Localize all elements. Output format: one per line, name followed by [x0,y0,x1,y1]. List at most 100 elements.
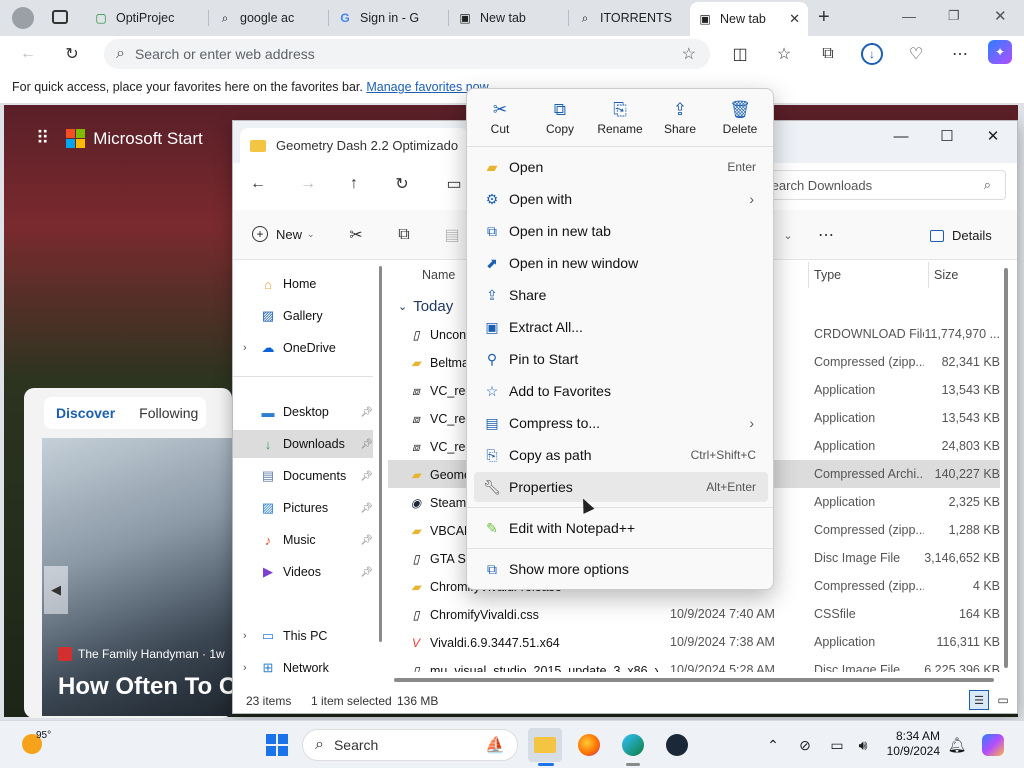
share-button[interactable]: ⇪ Share [650,98,710,136]
nav-item-this-pc[interactable]: › ▭ This PC [233,622,373,650]
favorites-icon[interactable]: ☆ [770,40,798,68]
address-bar[interactable]: ⌕ Search or enter web address ☆ [104,39,710,69]
notification-bell-icon[interactable]: 🔔︎ [940,728,974,762]
up-icon[interactable]: ↑ [342,172,366,196]
favorite-star-icon[interactable]: ☆ [682,44,696,64]
cut-button[interactable]: ✂ Cut [470,98,530,136]
browser-tab[interactable]: ⌕ google ac [210,4,328,32]
news-headline[interactable]: How Often To C [58,673,232,701]
volume-icon[interactable]: 🔊︎ [846,728,880,762]
vertical-scrollbar[interactable] [1004,268,1008,668]
nav-item-downloads[interactable]: ↓ Downloads 📌︎ [233,430,373,458]
menu-item-share[interactable]: ⇪ Share [474,280,768,310]
tab-discover[interactable]: Discover [44,405,127,421]
browser-tab[interactable]: ⌕ ITORRENTS [570,4,688,32]
carousel-prev-icon[interactable]: ◀ [44,566,68,614]
menu-item-extract-all[interactable]: ▣ Extract All... [474,312,768,342]
refresh-icon[interactable]: ↻ [390,172,414,196]
collections-icon[interactable]: ⧉ [814,40,842,68]
firefox-app-icon[interactable] [572,728,606,762]
more-options-icon[interactable]: ⋯ [814,223,838,247]
delete-button[interactable]: 🗑︎ Delete [710,98,770,136]
network-status-icon[interactable]: ⊘ [788,728,822,762]
close-icon[interactable]: ✕ [994,7,1007,25]
explorer-tab[interactable]: Geometry Dash 2.2 Optimizado [240,128,468,163]
browser-tab[interactable]: ▢ OptiProjec [86,4,208,32]
back-icon[interactable]: ← [14,40,42,68]
taskbar-clock[interactable]: 8:34 AM 10/9/2024 [876,729,940,759]
forward-icon[interactable]: → [296,172,320,196]
nav-item-gallery[interactable]: ▨ Gallery [233,302,373,330]
nav-item-videos[interactable]: ▶ Videos 📌︎ [233,558,373,586]
profile-avatar-icon[interactable] [12,7,34,29]
menu-item-copy-as-path[interactable]: ⎘ Copy as path Ctrl+Shift+C [474,440,768,470]
menu-item-open-new-tab[interactable]: ⧉ Open in new tab [474,216,768,246]
tab-following[interactable]: Following [127,405,210,421]
new-button[interactable]: + New ⌄ [252,226,315,242]
menu-item-compress-to[interactable]: ▤ Compress to... › [474,408,768,438]
taskbar-search[interactable]: ⌕ Search ⛵ [302,729,518,761]
nav-item-music[interactable]: ♪ Music 📌︎ [233,526,373,554]
column-type[interactable]: Type [814,268,841,282]
menu-item-open-new-window[interactable]: ⬈ Open in new window [474,248,768,278]
copilot-icon[interactable]: ✦ [988,40,1012,64]
explorer-search[interactable]: Search Downloads ⌕ [750,170,1006,200]
file-row[interactable]: ▯ mu_visual_studio_2015_update_3_x86_x64 1… [388,656,1000,672]
rename-button[interactable]: ⎘ Rename [590,98,650,136]
explorer-close-icon[interactable]: ✕ [970,124,1016,148]
details-button[interactable]: Details [930,228,992,243]
file-explorer-app-icon[interactable] [528,728,562,762]
nav-item-documents[interactable]: ▤ Documents 📌︎ [233,462,373,490]
browser-tab[interactable]: G Sign in - G [330,4,448,32]
back-icon[interactable]: ← [246,172,270,196]
start-button[interactable] [260,728,294,762]
new-tab-icon[interactable]: + [818,6,830,29]
chevron-right-icon[interactable]: › [243,662,259,674]
nav-item-pictures[interactable]: ▨ Pictures 📌︎ [233,494,373,522]
explorer-maximize-icon[interactable]: ☐ [924,124,970,148]
horizontal-scrollbar[interactable] [394,678,994,682]
performance-icon[interactable]: ♡ [902,40,930,68]
edge-app-icon[interactable] [616,728,650,762]
view-chevron-icon[interactable]: ⌄ [776,223,800,247]
browser-tab[interactable]: ▣ New tab [450,4,568,32]
nav-item-home[interactable]: ⌂ Home [233,270,373,298]
details-view-icon[interactable]: ☰ [969,690,989,710]
nav-item-network[interactable]: › ⊞ Network [233,654,373,682]
menu-item-open-with[interactable]: ⚙ Open with › [474,184,768,214]
paste-icon[interactable]: ▤ [440,223,464,247]
cut-icon[interactable]: ✂ [344,223,368,247]
group-today[interactable]: ⌄ Today [398,298,453,315]
refresh-icon[interactable]: ↻ [58,40,86,68]
restore-icon[interactable]: ❐ [948,8,960,24]
copilot-taskbar-icon[interactable] [976,728,1010,762]
file-row[interactable]: V Vivaldi.6.9.3447.51.x64 10/9/2024 7:38 A… [388,628,1000,656]
minimize-icon[interactable]: — [902,8,916,24]
weather-widget[interactable]: 95° [22,730,51,754]
menu-item-add-to-favorites[interactable]: ☆ Add to Favorites [474,376,768,406]
copy-button[interactable]: ⧉ Copy [530,98,590,136]
menu-item-properties[interactable]: 🔧︎ Properties Alt+Enter [474,472,768,502]
nav-item-onedrive[interactable]: › ☁ OneDrive [233,334,373,362]
menu-item-open[interactable]: ▰ Open Enter [474,152,768,182]
steam-app-icon[interactable] [660,728,694,762]
tab-actions-icon[interactable] [52,10,68,24]
explorer-minimize-icon[interactable]: — [878,124,924,148]
address-input[interactable]: Search or enter web address [135,46,682,62]
menu-item-pin-to-start[interactable]: ⚲ Pin to Start [474,344,768,374]
tray-chevron-icon[interactable]: ⌃ [756,728,790,762]
chevron-right-icon[interactable]: › [243,342,259,354]
column-size[interactable]: Size [934,268,958,282]
nav-scrollbar[interactable] [379,266,382,642]
menu-item-show-more-options[interactable]: ⧉ Show more options [474,554,768,584]
copy-icon[interactable]: ⧉ [392,223,416,247]
file-row[interactable]: ▯ ChromifyVivaldi.css 10/9/2024 7:40 AM CSS… [388,600,1000,628]
monitor-icon[interactable]: ▭ [442,172,466,196]
menu-item-edit-notepad[interactable]: ✎ Edit with Notepad++ [474,513,768,543]
close-tab-icon[interactable]: ✕ [789,11,800,27]
split-screen-icon[interactable]: ◫ [726,40,754,68]
downloads-icon[interactable]: ↓ [861,43,883,65]
tiles-view-icon[interactable]: ▭ [993,690,1013,710]
nav-item-desktop[interactable]: ▬ Desktop 📌︎ [233,398,374,426]
apps-grid-icon[interactable]: ⠿ [36,128,49,149]
